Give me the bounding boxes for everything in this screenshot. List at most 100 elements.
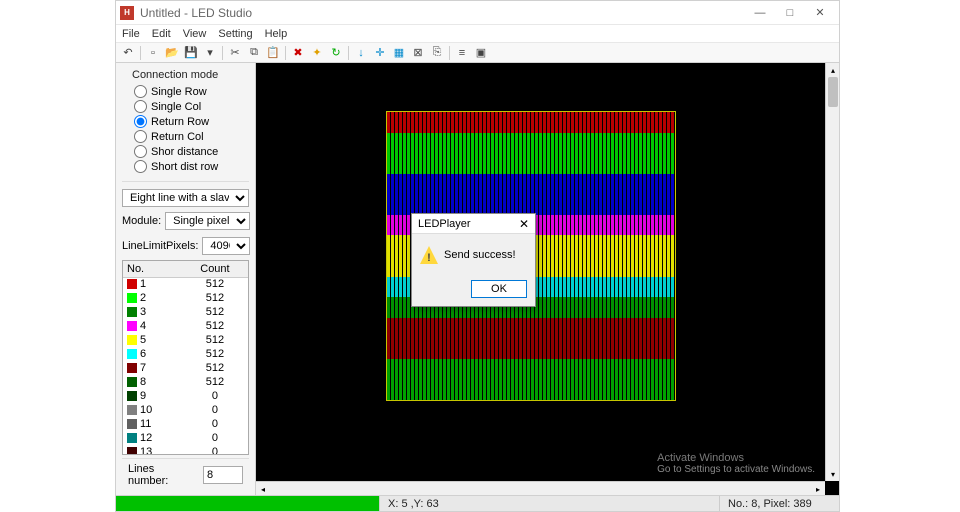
scroll-right-arrow-icon[interactable]: ▸ bbox=[811, 482, 825, 495]
connection-mode-radio[interactable]: Return Col bbox=[134, 130, 249, 143]
delete-icon[interactable]: ✖ bbox=[290, 45, 306, 61]
radio-label: Return Row bbox=[151, 116, 209, 128]
dialog-message: Send success! bbox=[444, 249, 516, 261]
table-row[interactable]: 7512 bbox=[123, 361, 248, 375]
connection-mode-radio[interactable]: Shor distance bbox=[134, 145, 249, 158]
menu-edit[interactable]: Edit bbox=[152, 28, 171, 40]
dialog-title: LEDPlayer bbox=[418, 218, 471, 230]
send-icon[interactable]: ↓ bbox=[353, 45, 369, 61]
led-band bbox=[387, 133, 675, 154]
connection-mode-radio[interactable]: Return Row bbox=[134, 115, 249, 128]
line-mode-select[interactable]: Eight line with a slave bbox=[122, 189, 249, 207]
radio-label: Shor distance bbox=[151, 146, 218, 158]
lines-number-row: Lines number: bbox=[122, 458, 249, 491]
radio-label: Single Col bbox=[151, 101, 201, 113]
menu-help[interactable]: Help bbox=[265, 28, 288, 40]
radio-input[interactable] bbox=[134, 130, 147, 143]
toolbar-separator bbox=[285, 46, 286, 60]
toolbar-separator bbox=[140, 46, 141, 60]
color-swatch bbox=[127, 307, 137, 317]
connection-mode-radio[interactable]: Single Row bbox=[134, 85, 249, 98]
radio-label: Short dist row bbox=[151, 161, 218, 173]
led-band bbox=[387, 112, 675, 133]
linelimit-select[interactable]: 4096 bbox=[202, 237, 250, 255]
minimize-button[interactable]: — bbox=[745, 3, 775, 23]
scroll-down-arrow-icon[interactable]: ▾ bbox=[826, 467, 839, 481]
menu-setting[interactable]: Setting bbox=[218, 28, 252, 40]
radio-label: Single Row bbox=[151, 86, 207, 98]
scroll-left-arrow-icon[interactable]: ◂ bbox=[256, 482, 270, 495]
statusbar: X: 5 ,Y: 63 No.: 8, Pixel: 389 bbox=[116, 495, 839, 511]
radio-label: Return Col bbox=[151, 131, 204, 143]
table-row[interactable]: 8512 bbox=[123, 375, 248, 389]
connection-mode-radio[interactable]: Single Col bbox=[134, 100, 249, 113]
table-row[interactable]: 100 bbox=[123, 403, 248, 417]
box-x-icon[interactable]: ⊠ bbox=[410, 45, 426, 61]
text-icon[interactable]: ⎘ bbox=[429, 45, 445, 61]
color-swatch bbox=[127, 447, 137, 455]
pixel-table[interactable]: No. Count 151225123512451255126512751285… bbox=[122, 260, 249, 455]
table-row[interactable]: 6512 bbox=[123, 347, 248, 361]
export-icon[interactable]: ▣ bbox=[473, 45, 489, 61]
menu-view[interactable]: View bbox=[183, 28, 207, 40]
refresh-icon[interactable]: ↻ bbox=[328, 45, 344, 61]
table-row[interactable]: 120 bbox=[123, 431, 248, 445]
ok-button[interactable]: OK bbox=[471, 280, 527, 298]
menu-file[interactable]: File bbox=[122, 28, 140, 40]
scroll-thumb[interactable] bbox=[828, 77, 838, 107]
color-swatch bbox=[127, 293, 137, 303]
image-icon[interactable]: ≡ bbox=[454, 45, 470, 61]
copy-icon[interactable]: ⧉ bbox=[246, 45, 262, 61]
col-count: Count bbox=[182, 261, 248, 278]
status-progress bbox=[116, 496, 379, 511]
connection-mode-radio[interactable]: Short dist row bbox=[134, 160, 249, 173]
vertical-scrollbar[interactable]: ▴ ▾ bbox=[825, 63, 839, 481]
warning-icon: ! bbox=[420, 246, 438, 264]
grid-icon[interactable]: ▦ bbox=[391, 45, 407, 61]
titlebar[interactable]: H Untitled - LED Studio — □ ✕ bbox=[116, 1, 839, 25]
module-label: Module: bbox=[122, 215, 161, 227]
toolbar-separator bbox=[449, 46, 450, 60]
activate-windows-watermark: Activate Windows Go to Settings to activ… bbox=[657, 452, 815, 475]
lines-number-input[interactable] bbox=[203, 466, 243, 484]
app-window: H Untitled - LED Studio — □ ✕ File Edit … bbox=[115, 0, 840, 512]
radio-input[interactable] bbox=[134, 160, 147, 173]
canvas-area[interactable]: LEDPlayer ✕ ! Send success! OK Activate … bbox=[256, 63, 839, 495]
led-band bbox=[387, 174, 675, 195]
toolbar-separator bbox=[222, 46, 223, 60]
close-button[interactable]: ✕ bbox=[805, 3, 835, 23]
module-select[interactable]: Single pixel bbox=[165, 212, 250, 230]
save-icon[interactable]: 💾 bbox=[183, 45, 199, 61]
radio-input[interactable] bbox=[134, 115, 147, 128]
table-row[interactable]: 3512 bbox=[123, 305, 248, 319]
led-band bbox=[387, 359, 675, 380]
table-row[interactable]: 90 bbox=[123, 389, 248, 403]
new-icon[interactable]: ▫ bbox=[145, 45, 161, 61]
cut-icon[interactable]: ✂ bbox=[227, 45, 243, 61]
table-row[interactable]: 4512 bbox=[123, 319, 248, 333]
color-swatch bbox=[127, 349, 137, 359]
table-row[interactable]: 110 bbox=[123, 417, 248, 431]
radio-input[interactable] bbox=[134, 85, 147, 98]
undo-icon[interactable]: ↶ bbox=[120, 45, 136, 61]
scroll-up-arrow-icon[interactable]: ▴ bbox=[826, 63, 839, 77]
radio-input[interactable] bbox=[134, 100, 147, 113]
led-band bbox=[387, 380, 675, 401]
color-swatch bbox=[127, 419, 137, 429]
maximize-button[interactable]: □ bbox=[775, 3, 805, 23]
radio-input[interactable] bbox=[134, 145, 147, 158]
crosshair-icon[interactable]: ✛ bbox=[372, 45, 388, 61]
dialog-close-icon[interactable]: ✕ bbox=[519, 217, 529, 231]
open-icon[interactable]: 📂 bbox=[164, 45, 180, 61]
color-swatch bbox=[127, 405, 137, 415]
table-row[interactable]: 5512 bbox=[123, 333, 248, 347]
dropdown-icon[interactable]: ▾ bbox=[202, 45, 218, 61]
paste-icon[interactable]: 📋 bbox=[265, 45, 281, 61]
color-swatch bbox=[127, 391, 137, 401]
color-swatch bbox=[127, 279, 137, 289]
horizontal-scrollbar[interactable]: ◂ ▸ bbox=[256, 481, 825, 495]
star-icon[interactable]: ✦ bbox=[309, 45, 325, 61]
table-row[interactable]: 2512 bbox=[123, 291, 248, 305]
table-row[interactable]: 130 bbox=[123, 445, 248, 455]
table-row[interactable]: 1512 bbox=[123, 277, 248, 291]
